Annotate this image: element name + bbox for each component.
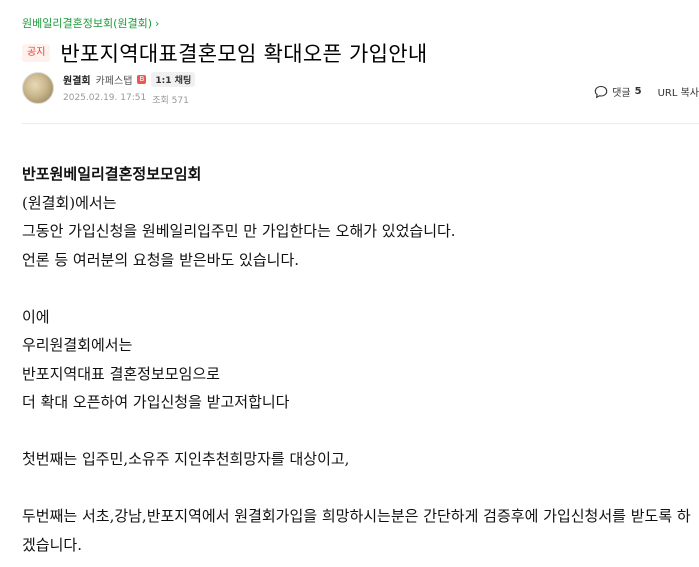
post-body: 반포원베일리결혼정보모임회 (원결회)에서는 그동안 가입신청을 원베일리입주민…	[22, 160, 692, 559]
body-paragraph: 언론 등 여러분의 요청을 받은바도 있습니다.	[22, 250, 300, 269]
author-name[interactable]: 원결회	[63, 72, 91, 87]
comment-label: 댓글	[612, 88, 631, 99]
breadcrumb[interactable]: 원베일리결혼정보회(원결회) ›	[22, 15, 159, 31]
comment-count: 5	[634, 86, 642, 97]
body-paragraph: 첫번째는 입주민,소유주 지인추천희망자를 대상이고,	[22, 450, 350, 468]
body-paragraph: 그동안 가입신청을 원베일리입주민 만 가입한다는 오해가 있었습니다.	[22, 222, 456, 240]
chat-button[interactable]: 1:1 채팅	[151, 72, 196, 87]
body-paragraph: 반포원베일리결혼정보모임회	[22, 165, 202, 183]
notice-badge: 공지	[22, 44, 51, 62]
body-paragraph: 이에	[22, 307, 50, 326]
comment-icon	[594, 85, 608, 98]
post-actions: 댓글 5 URL 복사	[594, 84, 699, 99]
body-paragraph: 반포지역대표 결혼정보모임으로	[22, 364, 220, 383]
post-title: 반포지역대표결혼모임 확대오픈 가입안내	[60, 42, 428, 66]
author-row: 원결회 카페스탭 B 1:1 채팅 2025.02.19. 17:51 조회 5…	[22, 72, 196, 106]
body-paragraph: 더 확대 오픈하여 가입신청을 받고저합니다	[22, 393, 290, 411]
url-copy-button[interactable]: URL 복사	[658, 84, 699, 99]
view-count: 조회 571	[152, 96, 189, 106]
post-meta: 2025.02.19. 17:51 조회 571	[63, 93, 195, 106]
author-info: 원결회 카페스탭 B 1:1 채팅 2025.02.19. 17:51 조회 5…	[63, 72, 196, 106]
comment-button[interactable]: 댓글 5	[594, 84, 642, 99]
chevron-right-icon: ›	[155, 16, 160, 30]
header-divider	[22, 123, 699, 124]
avatar[interactable]	[22, 72, 54, 104]
breadcrumb-label[interactable]: 원베일리결혼정보회(원결회)	[22, 15, 152, 31]
post-header: 공지 반포지역대표결혼모임 확대오픈 가입안내	[22, 38, 428, 68]
author-grade: 카페스탭	[95, 76, 133, 87]
staff-grade-icon: B	[137, 75, 147, 84]
body-paragraph: 우리원결회에서는	[22, 336, 133, 354]
author-line: 원결회 카페스탭 B 1:1 채팅	[63, 72, 196, 87]
body-paragraph: (원결회)에서는	[22, 193, 117, 212]
post-date: 2025.02.19. 17:51	[63, 93, 147, 103]
body-paragraph: 두번째는 서초,강남,반포지역에서 원결회가입을 희망하시는분은 간단하게 검증…	[22, 507, 691, 554]
